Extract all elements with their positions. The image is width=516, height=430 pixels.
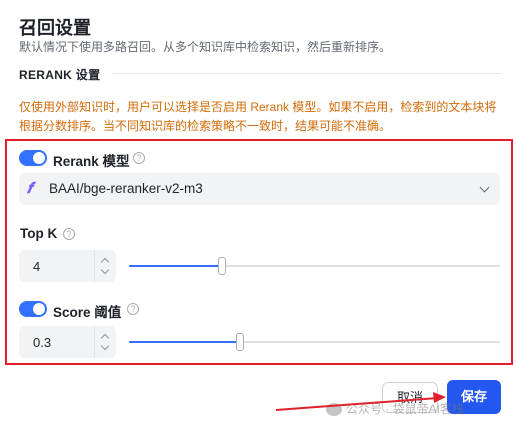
- top-k-stepper[interactable]: 4: [19, 250, 116, 282]
- rerank-model-value: BAAI/bge-reranker-v2-m3: [49, 181, 203, 196]
- top-k-label: Top K: [20, 226, 58, 241]
- top-k-value: 4: [33, 259, 41, 274]
- top-k-help-icon[interactable]: ?: [63, 228, 75, 240]
- section-heading: RERANK 设置: [19, 68, 101, 82]
- chevron-down-icon: [479, 182, 490, 193]
- section-divider: [112, 73, 502, 74]
- rerank-help-icon[interactable]: ?: [133, 152, 145, 164]
- slider-fill: [129, 265, 222, 267]
- watermark: 公众号 · 袋鼠帝AI客栈: [326, 400, 464, 417]
- slider-thumb[interactable]: [236, 333, 245, 351]
- score-toggle[interactable]: [19, 301, 47, 317]
- rerank-model-select[interactable]: 𝒇 BAAI/bge-reranker-v2-m3: [19, 173, 500, 205]
- wechat-icon: [326, 403, 342, 417]
- score-stepper[interactable]: 0.3: [19, 326, 116, 358]
- stepper-arrows: [94, 326, 116, 358]
- score-slider[interactable]: [129, 333, 500, 351]
- score-help-icon[interactable]: ?: [127, 303, 139, 315]
- page-subtitle: 默认情况下使用多路召回。从多个知识库中检索知识，然后重新排序。: [19, 40, 392, 54]
- rerank-label: Rerank 模型: [53, 154, 130, 169]
- decrement-icon[interactable]: [100, 341, 110, 351]
- score-value: 0.3: [33, 335, 52, 350]
- watermark-text: 公众号 · 袋鼠帝AI客栈: [346, 402, 465, 416]
- rerank-warning: 仅使用外部知识时，用户可以选择是否启用 Rerank 模型。如果不启用，检索到的…: [19, 100, 497, 133]
- page-title: 召回设置: [19, 18, 91, 38]
- score-label: Score 阈值: [53, 305, 122, 320]
- rerank-toggle[interactable]: [19, 150, 47, 166]
- slider-thumb[interactable]: [217, 257, 226, 275]
- decrement-icon[interactable]: [100, 265, 110, 275]
- stepper-arrows: [94, 250, 116, 282]
- slider-fill: [129, 341, 241, 343]
- top-k-slider[interactable]: [129, 257, 500, 275]
- model-provider-icon: 𝒇: [27, 180, 33, 197]
